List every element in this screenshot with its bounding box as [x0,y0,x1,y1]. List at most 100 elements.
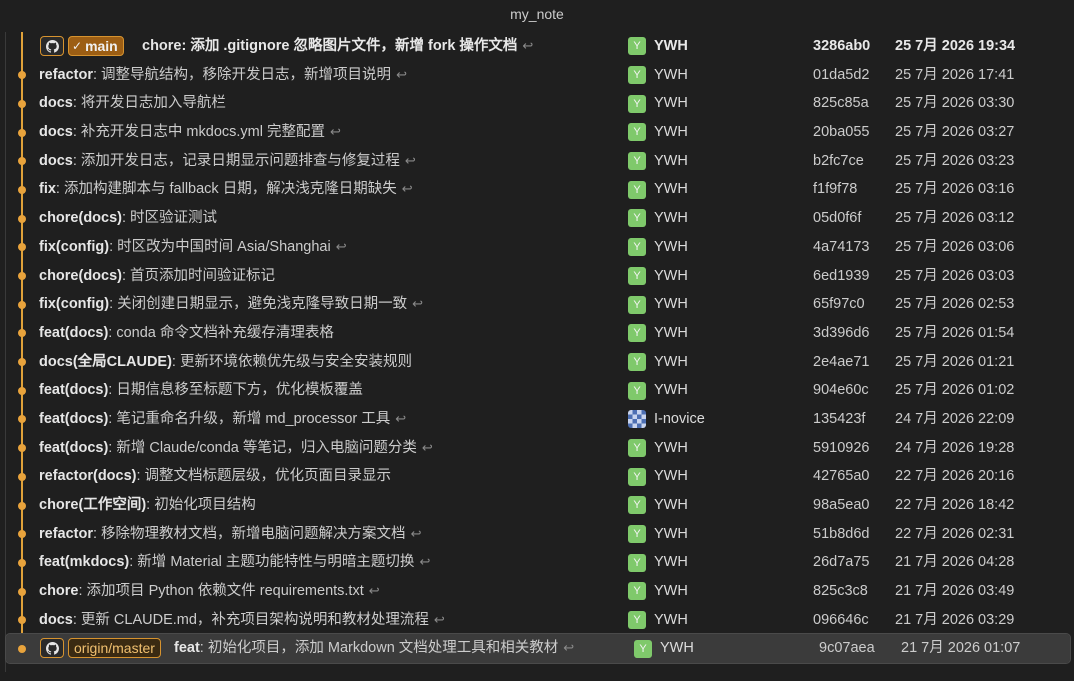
commit-author: Y YWH [628,491,688,520]
commit-subject: : 将开发日志加入导航栏 [72,95,226,112]
author-name: YWH [654,238,688,255]
commit-graph-panel: ✓ main chore: 添加 .gitignore 忽略图片文件，新增 fork… [0,32,1074,681]
commit-message: chore: 添加项目 Python 依赖文件 requirements.txt… [39,577,380,606]
author-name: YWH [654,497,688,513]
branch-badge[interactable]: origin/master [68,638,161,659]
commit-author: Y YWH [628,376,688,405]
commit-author: Y YWH [628,606,688,635]
author-name: YWH [654,95,688,112]
commit-row[interactable]: chore: 添加项目 Python 依赖文件 requirements.txt… [0,577,1074,606]
commit-subject: : 关闭创建日期显示，避免浅克隆导致日期一致 [109,296,408,313]
avatar: Y [628,152,646,171]
commit-row[interactable]: fix(config): 关闭创建日期显示，避免浅克隆导致日期一致 ↩ Y YWH 65… [0,290,1074,319]
commit-row[interactable]: fix: 添加构建脚本与 fallback 日期，解决浅克隆日期缺失 ↩ Y YWH f… [0,175,1074,204]
author-name: YWH [654,525,688,542]
commit-row[interactable]: refactor(docs): 调整文档标题层级，优化页面目录显示 Y YWH 427… [0,462,1074,491]
commit-row[interactable]: feat(docs): 新增 Claude/conda 等笔记，归入电脑问题分类… [0,434,1074,463]
commit-date: 25 7月 2026 03:06 [895,238,1015,255]
commit-row[interactable]: origin/master feat: 初始化项目，添加 Markdown 文档处… [5,633,1071,665]
commit-date: 25 7月 2026 01:02 [895,382,1015,399]
commit-message: feat(mkdocs): 新增 Material 主题功能特性与明暗主题切换 ↩ [39,548,430,577]
commit-message: feat(docs): conda 命令文档补充缓存清理表格 [39,319,334,348]
commit-node [18,329,26,338]
commit-row[interactable]: feat(docs): 笔记重命名升级，新增 md_processor 工具 ↩ I… [0,405,1074,434]
commit-row[interactable]: feat(mkdocs): 新增 Material 主题功能特性与明暗主题切换 ↩… [0,548,1074,577]
return-icon: ↩ [404,152,416,168]
commit-node [18,558,26,567]
commit-row[interactable]: docs: 补充开发日志中 mkdocs.yml 完整配置 ↩ Y YWH 20ba05… [0,118,1074,147]
commit-node [18,243,26,252]
commit-node [18,272,26,280]
author-name: YWH [654,38,688,54]
commit-node [18,157,26,166]
author-name: YWH [654,611,688,628]
commit-author: Y YWH [628,147,688,176]
commit-row[interactable]: docs: 添加开发日志，记录日期显示问题排查与修复过程 ↩ Y YWH b2fc7ce… [0,147,1074,176]
commit-date: 25 7月 2026 03:27 [895,124,1015,141]
commit-author: Y YWH [628,204,688,233]
commit-hash: 096646c [813,611,869,628]
commit-node [18,644,26,653]
author-name: YWH [654,583,688,600]
avatar: Y [628,66,646,85]
avatar: Y [628,180,646,199]
commit-hash: 135423f [813,410,866,427]
commit-node [18,185,26,194]
commit-date: 25 7月 2026 03:30 [895,95,1015,112]
commit-node [18,501,26,510]
commit-message: chore(docs): 时区验证测试 [39,204,217,233]
ref-badges: ✓ main [40,36,124,56]
author-name: YWH [654,439,688,456]
commit-subject: : 添加项目 Python 依赖文件 requirements.txt [78,583,364,600]
commit-message: refactor: 调整导航结构，移除开发日志，新增项目说明 ↩ [39,61,407,90]
avatar: Y [628,266,646,285]
commit-row[interactable]: fix(config): 时区改为中国时间 Asia/Shanghai ↩ Y YWH… [0,233,1074,262]
commit-date: 22 7月 2026 20:16 [895,468,1015,485]
commit-type: docs [39,152,73,169]
commit-row[interactable]: ✓ main chore: 添加 .gitignore 忽略图片文件，新增 fork… [0,32,1074,61]
return-icon: ↩ [395,410,407,426]
author-name: YWH [654,267,688,284]
commit-row[interactable]: feat(docs): conda 命令文档补充缓存清理表格 Y YWH 3d396d… [0,319,1074,348]
commit-hash: f1f9f78 [813,181,858,198]
author-name: YWH [654,181,688,198]
commit-row[interactable]: refactor: 调整导航结构，移除开发日志，新增项目说明 ↩ Y YWH 01da5… [0,61,1074,90]
branch-badge[interactable]: ✓ main [68,36,124,56]
return-icon: ↩ [419,554,431,570]
author-name: YWH [654,152,688,169]
commit-hash: 65f97c0 [813,296,865,313]
commit-subject: : 更新 CLAUDE.md，补充项目架构说明和教材处理流程 [72,611,429,628]
return-icon: ↩ [421,439,433,455]
commit-row[interactable]: refactor: 移除物理教材文档，新增电脑问题解决方案文档 ↩ Y YWH 51b8… [0,520,1074,549]
commit-message: fix: 添加构建脚本与 fallback 日期，解决浅克隆日期缺失 ↩ [39,175,413,204]
commit-row[interactable]: chore(docs): 首页添加时间验证标记 Y YWH 6ed1939 25 7月 … [0,262,1074,291]
commit-hash: 4a74173 [813,238,870,255]
commit-row[interactable]: feat(docs): 日期信息移至标题下方，优化模板覆盖 Y YWH 904e60c… [0,376,1074,405]
commit-type: refactor [39,66,93,83]
avatar: Y [628,438,646,457]
commit-message: fix(config): 关闭创建日期显示，避免浅克隆导致日期一致 ↩ [39,290,423,319]
commit-node [18,99,26,108]
commit-hash: 2e4ae71 [813,353,870,370]
commit-hash: 3286ab0 [813,38,871,54]
return-icon: ↩ [330,124,341,140]
commit-hash: 26d7a75 [813,554,870,571]
commit-message: chore(docs): 首页添加时间验证标记 [39,262,275,291]
commit-date: 25 7月 2026 03:16 [895,181,1015,198]
commit-author: Y YWH [628,577,688,606]
commit-row[interactable]: docs: 更新 CLAUDE.md，补充项目架构说明和教材处理流程 ↩ Y YWH 0… [0,606,1074,635]
avatar: Y [628,324,646,343]
commit-type: chore [39,583,79,600]
commit-row[interactable]: chore(工作空间): 初始化项目结构 Y YWH 98a5ea0 22 7月 202… [0,491,1074,520]
commit-row[interactable]: docs(全局CLAUDE): 更新环境依赖优先级与安全安装规则 Y YWH 2e4a… [0,348,1074,377]
avatar: Y [628,467,646,486]
commit-date: 25 7月 2026 03:03 [895,267,1015,284]
commit-type: feat [174,640,200,657]
commit-row[interactable]: docs: 将开发日志加入导航栏 Y YWH 825c85a 25 7月 2026 03… [0,89,1074,118]
author-name: YWH [654,468,688,485]
commit-subject: : conda 命令文档补充缓存清理表格 [108,324,334,341]
commit-row[interactable]: chore(docs): 时区验证测试 Y YWH 05d0f6f 25 7月 2026… [0,204,1074,233]
avatar: Y [628,496,646,515]
commit-hash: 42765a0 [813,468,870,485]
commit-node [18,444,26,453]
